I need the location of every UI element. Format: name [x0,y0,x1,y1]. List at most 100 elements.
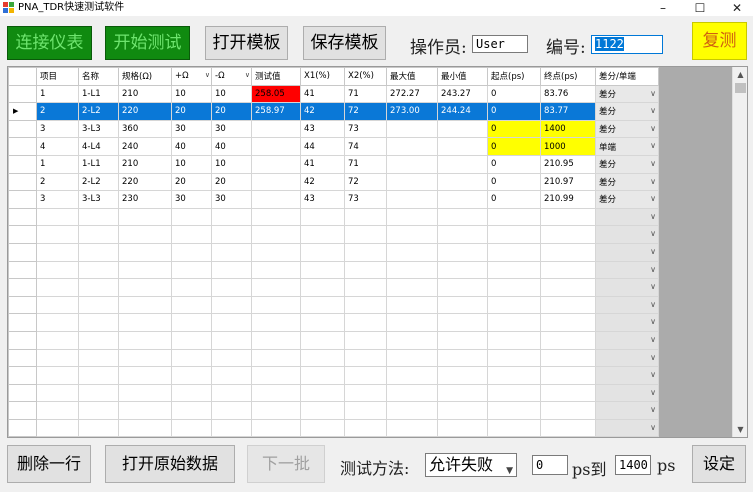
row-header[interactable] [8,401,37,420]
table-row[interactable]: ∨ [8,242,659,262]
chevron-down-icon[interactable]: ∨ [650,353,656,362]
chevron-down-icon[interactable]: ∨ [650,212,656,221]
chevron-down-icon[interactable]: ∨ [650,141,656,150]
grid-cell-col-end[interactable]: 83.76 [540,84,596,104]
grid-cell-col-mode[interactable]: 差分 ∨ [595,84,659,104]
grid-header-col-spec[interactable]: 规格(Ω) [118,67,172,86]
grid-cell-col-item[interactable]: 1 [36,84,79,104]
grid-cell-empty[interactable] [36,295,79,315]
grid-cell-empty[interactable] [211,207,252,227]
grid-cell-empty[interactable]: ∨ [595,295,659,315]
grid-cell-empty[interactable] [540,242,596,262]
grid-cell-empty[interactable] [78,313,119,332]
grid-cell-empty[interactable] [540,278,596,297]
grid-cell-empty[interactable] [251,330,301,350]
grid-cell-empty[interactable] [78,418,119,437]
grid-cell-empty[interactable] [211,260,252,280]
grid-cell-empty[interactable] [437,242,488,262]
grid-cell-empty[interactable] [344,401,387,420]
scroll-up-icon[interactable]: ▲ [733,67,747,82]
grid-cell-col-max[interactable] [386,137,438,156]
vertical-scrollbar[interactable]: ▲ ▼ [732,67,747,437]
grid-cell-empty[interactable] [251,295,301,315]
row-header[interactable] [8,366,37,385]
grid-cell-empty[interactable] [437,418,488,437]
grid-cell-col-mode[interactable]: 差分 ∨ [595,119,659,139]
grid-cell-empty[interactable] [251,348,301,368]
grid-cell-empty[interactable] [171,207,212,227]
chevron-down-icon[interactable]: ∨ [650,370,656,379]
grid-cell-empty[interactable] [300,313,345,332]
grid-cell-col-measured[interactable] [251,137,301,156]
grid-cell-col-mode[interactable]: 差分 ∨ [595,102,659,121]
grid-cell-col-min[interactable] [437,137,488,156]
grid-cell-empty[interactable] [437,401,488,420]
grid-cell-empty[interactable] [300,366,345,385]
grid-cell-col-x1[interactable]: 41 [300,154,345,174]
row-header[interactable] [8,330,37,350]
grid-cell-col-x2[interactable]: 72 [344,102,387,121]
grid-cell-col-name[interactable]: 3-L3 [78,190,119,209]
grid-cell-empty[interactable] [211,366,252,385]
grid-cell-empty[interactable] [211,401,252,420]
grid-cell-col-spec[interactable]: 360 [118,119,172,139]
grid-cell-empty[interactable] [540,401,596,420]
table-row[interactable]: ∨ [8,418,659,437]
row-header[interactable] [8,242,37,262]
chevron-down-icon[interactable]: ∨ [650,159,656,168]
row-header[interactable] [8,418,37,437]
grid-cell-empty[interactable] [437,383,488,403]
grid-cell-empty[interactable] [171,225,212,244]
range-start-input[interactable]: 0 [532,455,568,475]
grid-cell-empty[interactable] [437,295,488,315]
table-row[interactable]: 3 3-L3 230 30 30 43 73 0 210.99 差分 ∨ [8,190,659,209]
grid-cell-col-plus-ohm[interactable]: 20 [171,172,212,192]
grid-cell-col-name[interactable]: 1-L1 [78,154,119,174]
grid-cell-empty[interactable] [36,260,79,280]
grid-cell-col-mode[interactable]: 差分 ∨ [595,154,659,174]
grid-cell-col-item[interactable]: 3 [36,190,79,209]
grid-cell-empty[interactable] [300,260,345,280]
chevron-down-icon[interactable]: ∨ [650,194,656,203]
grid-cell-col-minus-ohm[interactable]: 10 [211,154,252,174]
grid-cell-empty[interactable] [78,260,119,280]
grid-cell-col-plus-ohm[interactable]: 30 [171,190,212,209]
chevron-down-icon[interactable]: ∨ [650,106,656,115]
grid-cell-empty[interactable]: ∨ [595,383,659,403]
grid-cell-empty[interactable] [540,418,596,437]
grid-cell-empty[interactable] [251,401,301,420]
grid-cell-col-plus-ohm[interactable]: 10 [171,154,212,174]
grid-cell-empty[interactable] [344,366,387,385]
table-row[interactable]: 3 3-L3 360 30 30 43 73 0 1400 差分 ∨ [8,119,659,139]
grid-cell-empty[interactable] [487,418,541,437]
grid-cell-empty[interactable] [251,242,301,262]
grid-cell-empty[interactable] [251,383,301,403]
start-test-button[interactable]: 开始测试 [105,26,190,60]
grid-cell-empty[interactable] [78,278,119,297]
grid-cell-col-end[interactable]: 1000 [540,137,596,156]
grid-cell-empty[interactable] [36,401,79,420]
grid-cell-col-name[interactable]: 4-L4 [78,137,119,156]
retest-button[interactable]: 复测 [692,22,747,60]
grid-cell-empty[interactable] [171,418,212,437]
grid-cell-col-x2[interactable]: 71 [344,154,387,174]
grid-cell-empty[interactable]: ∨ [595,278,659,297]
grid-cell-empty[interactable] [344,330,387,350]
grid-cell-col-minus-ohm[interactable]: 20 [211,172,252,192]
grid-cell-empty[interactable]: ∨ [595,366,659,385]
table-row[interactable]: ∨ [8,225,659,244]
grid-cell-empty[interactable] [386,401,438,420]
grid-cell-empty[interactable] [386,383,438,403]
grid-cell-empty[interactable] [300,418,345,437]
grid-cell-empty[interactable] [540,313,596,332]
grid-header-col-mode[interactable]: 差分/单端 [595,67,659,86]
table-row[interactable]: 1 1-L1 210 10 10 41 71 0 210.95 差分 ∨ [8,154,659,174]
grid-cell-col-spec[interactable]: 240 [118,137,172,156]
grid-cell-col-name[interactable]: 3-L3 [78,119,119,139]
row-header[interactable] [8,225,37,244]
table-row[interactable]: ∨ [8,348,659,368]
grid-cell-empty[interactable] [437,225,488,244]
grid-cell-empty[interactable] [36,225,79,244]
row-header[interactable] [8,137,37,156]
grid-cell-empty[interactable] [211,330,252,350]
